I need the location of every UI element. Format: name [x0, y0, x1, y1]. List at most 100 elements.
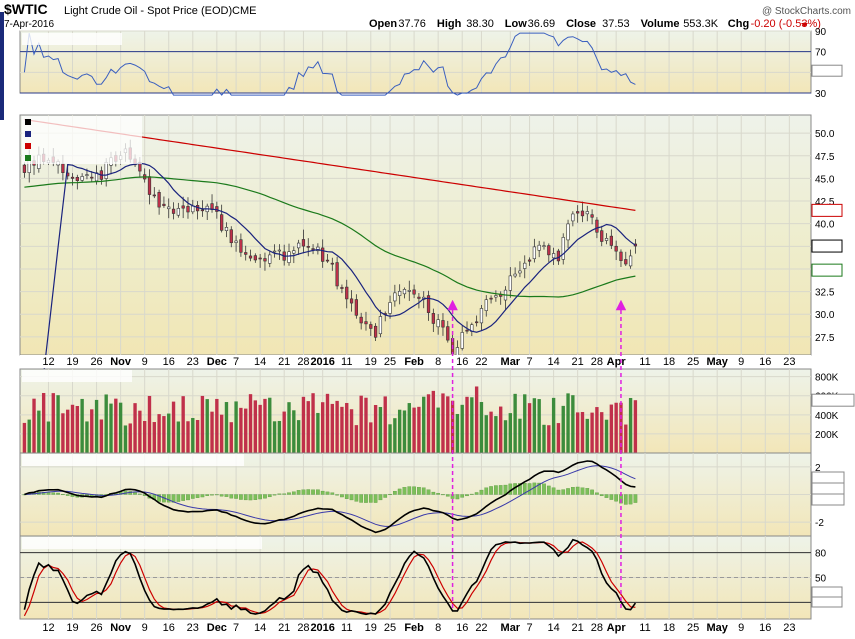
- volume-bar: [75, 405, 80, 453]
- candle-body: [22, 164, 27, 173]
- macd-histogram-bar: [330, 492, 335, 495]
- x-tick-label: 23: [783, 622, 795, 634]
- x-tick-label: 2016: [310, 356, 334, 368]
- macd-histogram-bar: [215, 494, 219, 496]
- x-tick-label: 25: [384, 622, 396, 634]
- y-tick-label: 45.0: [815, 174, 835, 185]
- volume-bar: [330, 403, 334, 453]
- candle-body: [518, 270, 522, 274]
- macd-histogram-bar: [316, 489, 320, 495]
- candle-body: [181, 205, 185, 209]
- x-tick-label: 26: [90, 356, 102, 368]
- volume-bar: [590, 412, 594, 453]
- volume-bar: [479, 401, 484, 453]
- volume-bar: [335, 400, 339, 453]
- volume-bar: [436, 407, 440, 453]
- x-tick-label: 11: [639, 356, 650, 368]
- candle-body: [614, 245, 618, 252]
- candle-body: [335, 262, 339, 287]
- x-tick-label: Apr: [607, 356, 627, 368]
- volume-bar: [195, 420, 200, 453]
- macd-histogram-bar: [195, 494, 200, 498]
- macd-histogram-bar: [484, 487, 489, 495]
- macd-histogram-bar: [258, 494, 262, 500]
- candle-body: [604, 238, 609, 241]
- candle-body: [263, 258, 267, 262]
- volume-bar: [561, 405, 565, 453]
- macd-histogram-bar: [460, 494, 465, 498]
- macd-histogram-bar: [561, 489, 566, 495]
- candle-body: [460, 332, 464, 349]
- macd-histogram-bar: [368, 494, 373, 503]
- macd-histogram-bar: [595, 492, 599, 495]
- candle-body: [297, 242, 301, 249]
- macd-histogram-bar: [571, 487, 575, 495]
- ohlc-readout: Open 37.76 High 38.30 Low 36.69 Close 37.53 Volu…: [369, 18, 821, 30]
- volume-bar: [239, 407, 243, 453]
- macd-histogram-bar: [474, 492, 479, 495]
- candle-body: [258, 257, 262, 260]
- candle-body: [571, 213, 575, 222]
- ohlc-value: -0.20 (-0.53%): [751, 18, 821, 30]
- volume-bar: [378, 407, 383, 453]
- candle-body: [436, 319, 440, 328]
- macd-histogram-bar: [441, 494, 445, 496]
- volume-bar: [354, 425, 359, 453]
- y-tick-label: 90: [815, 27, 827, 38]
- x-tick-label: 23: [783, 356, 795, 368]
- candle-body: [465, 329, 469, 332]
- candle-body: [489, 297, 493, 300]
- x-tick-label: 18: [663, 622, 675, 634]
- y-tick-label: -2: [815, 518, 824, 529]
- x-tick-label: 28: [297, 356, 309, 368]
- volume-bar: [417, 406, 421, 453]
- candle-body: [523, 262, 527, 269]
- macd-histogram-bar: [306, 489, 311, 495]
- x-tick-label: 11: [341, 356, 352, 368]
- x-tick-label: 9: [738, 356, 744, 368]
- volume-bar: [604, 419, 609, 453]
- x-tick-label: Feb: [404, 356, 424, 368]
- macd-histogram-bar: [604, 494, 609, 498]
- legend-bg: [22, 116, 142, 164]
- chart-header: $WTIC Light Crude Oil - Spot Price (EOD)…: [4, 1, 851, 30]
- volume-bar: [470, 397, 474, 453]
- volume-bar: [104, 394, 108, 453]
- macd-histogram-bar: [479, 489, 484, 495]
- volume-bar: [301, 396, 306, 453]
- candle-body: [248, 255, 253, 259]
- x-tick-label: 2016: [310, 622, 334, 634]
- value-box: [811, 493, 845, 506]
- volume-bar: [474, 386, 479, 453]
- candle-body: [287, 251, 291, 263]
- candle-body: [85, 174, 89, 176]
- candle-body: [359, 316, 363, 324]
- volume-bar: [181, 396, 185, 453]
- macd-histogram-bar: [407, 486, 412, 495]
- y-tick-label: 80: [815, 549, 827, 560]
- x-tick-label: Mar: [501, 356, 521, 368]
- volume-bar: [41, 392, 46, 453]
- volume-bar: [628, 397, 633, 453]
- volume-bar: [61, 413, 65, 453]
- volume-bar: [123, 425, 128, 453]
- candle-body: [556, 250, 561, 262]
- value-box: [811, 596, 843, 608]
- ohlc-label: Open: [369, 18, 397, 30]
- candle-body: [244, 252, 248, 255]
- x-tick-label: 19: [66, 356, 78, 368]
- volume-bar: [523, 394, 527, 453]
- macd-histogram-bar: [354, 494, 359, 502]
- macd-histogram-bar: [633, 494, 638, 503]
- x-tick-label: Dec: [207, 356, 227, 368]
- panel-sto: 50 80: [19, 535, 843, 620]
- volume-bar: [624, 424, 628, 453]
- volume-bar: [600, 412, 604, 453]
- volume-bar: [571, 395, 575, 453]
- macd-histogram-bar: [455, 494, 460, 500]
- volume-bar: [527, 403, 532, 453]
- macd-histogram-bar: [393, 491, 397, 495]
- volume-bar: [287, 402, 291, 453]
- macd-histogram-bar: [628, 494, 633, 505]
- macd-histogram-bar: [378, 494, 383, 501]
